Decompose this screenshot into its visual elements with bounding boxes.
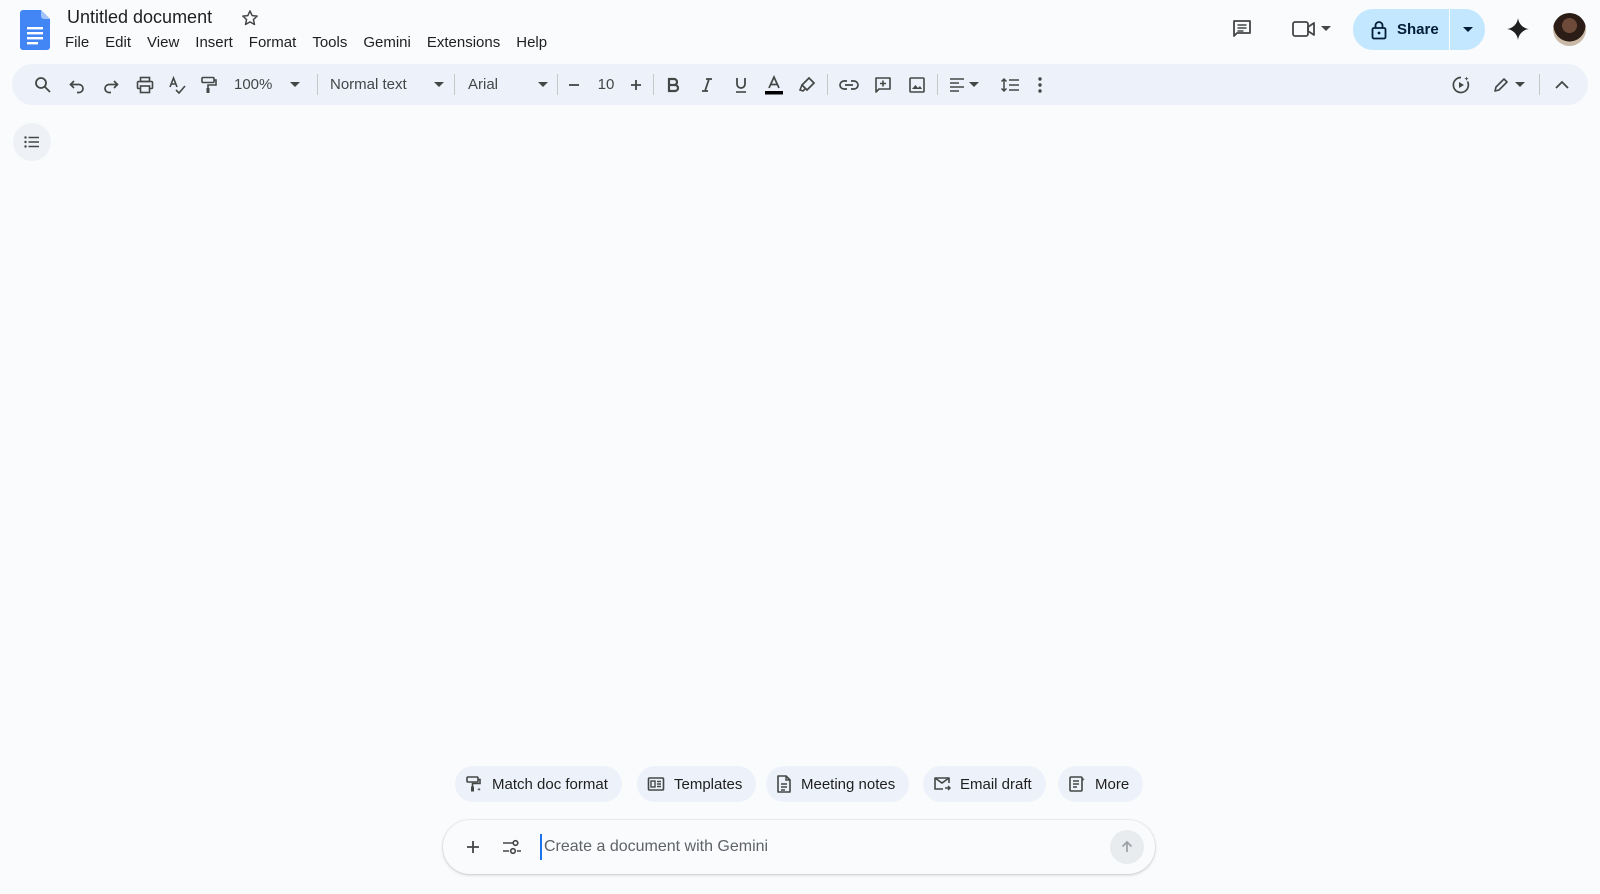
align-left-icon <box>949 77 965 92</box>
line-spacing-icon[interactable] <box>996 64 1024 105</box>
gemini-prompt-box <box>443 820 1155 874</box>
chip-label: Templates <box>674 775 743 793</box>
chip-templates[interactable]: Templates <box>637 766 757 802</box>
chip-match-doc-format[interactable]: Match doc format <box>455 766 622 802</box>
zoom-value: 100% <box>234 76 273 93</box>
paragraph-style-value: Normal text <box>330 76 407 93</box>
tune-options-icon[interactable] <box>498 833 526 861</box>
insert-link-icon[interactable] <box>836 64 862 105</box>
spellcheck-icon[interactable] <box>164 64 190 105</box>
align-select[interactable] <box>944 64 984 105</box>
more-options-icon[interactable] <box>1030 64 1050 105</box>
chip-label: Match doc format <box>492 775 608 793</box>
document-outline-button[interactable] <box>13 123 51 161</box>
menu-format[interactable]: Format <box>241 32 305 54</box>
more-docs-icon <box>1068 775 1086 793</box>
menu-bar: File Edit View Insert Format Tools Gemin… <box>57 32 555 54</box>
collapse-menus-icon[interactable] <box>1549 64 1575 105</box>
chevron-down-icon <box>434 81 444 88</box>
docs-logo-icon[interactable] <box>20 10 50 50</box>
menu-tools[interactable]: Tools <box>304 32 355 54</box>
menu-view[interactable]: View <box>139 32 187 54</box>
menu-gemini[interactable]: Gemini <box>355 32 419 54</box>
menu-file[interactable]: File <box>57 32 97 54</box>
underline-icon[interactable] <box>728 64 754 105</box>
chevron-down-icon <box>290 81 300 88</box>
font-family-value: Arial <box>468 76 499 93</box>
chip-email-draft[interactable]: Email draft <box>923 766 1046 802</box>
star-icon[interactable] <box>239 7 261 29</box>
italic-icon[interactable] <box>694 64 720 105</box>
menu-extensions[interactable]: Extensions <box>419 32 508 54</box>
gemini-suggestion-chips: Match doc format Templates Meeting notes… <box>0 766 1600 802</box>
match-format-icon <box>465 775 483 793</box>
undo-icon[interactable] <box>64 64 90 105</box>
arrow-up-icon <box>1120 840 1134 854</box>
email-draft-icon <box>933 775 951 793</box>
send-button[interactable] <box>1110 830 1144 864</box>
font-family-select[interactable]: Arial <box>458 64 556 105</box>
increase-font-size-icon[interactable] <box>624 64 648 105</box>
toolbar-divider <box>653 74 654 95</box>
decrease-font-size-icon[interactable] <box>562 64 586 105</box>
toolbar-divider <box>557 74 558 95</box>
print-icon[interactable] <box>132 64 158 105</box>
gemini-sparkle-icon[interactable] <box>1503 14 1533 44</box>
formatting-toolbar: 100% Normal text Arial 10 <box>12 64 1588 105</box>
meet-button[interactable] <box>1285 14 1337 44</box>
menu-help[interactable]: Help <box>508 32 555 54</box>
font-size-value: 10 <box>597 76 615 93</box>
toolbar-divider <box>937 74 938 95</box>
share-label: Share <box>1397 21 1439 38</box>
gemini-refine-icon[interactable] <box>1447 64 1475 105</box>
gemini-prompt-input[interactable] <box>540 834 1100 860</box>
top-bar: Untitled document File Edit View Insert … <box>0 0 1600 62</box>
highlight-color-icon[interactable] <box>794 64 820 105</box>
chip-label: Meeting notes <box>801 775 896 793</box>
menu-insert[interactable]: Insert <box>187 32 241 54</box>
toolbar-divider <box>317 74 318 95</box>
redo-icon[interactable] <box>98 64 124 105</box>
comments-icon[interactable] <box>1227 14 1257 44</box>
chevron-down-icon <box>1515 81 1525 88</box>
add-icon[interactable] <box>459 833 487 861</box>
font-size-input[interactable]: 10 <box>590 64 622 105</box>
chevron-down-icon <box>1321 26 1331 32</box>
lock-icon <box>1371 20 1387 40</box>
share-options-button[interactable] <box>1450 9 1485 50</box>
chip-meeting-notes[interactable]: Meeting notes <box>766 766 910 802</box>
zoom-select[interactable]: 100% <box>230 64 304 105</box>
share-button[interactable]: Share <box>1353 9 1449 50</box>
toolbar-divider <box>454 74 455 95</box>
document-title[interactable]: Untitled document <box>65 6 214 28</box>
menu-edit[interactable]: Edit <box>97 32 139 54</box>
paragraph-style-select[interactable]: Normal text <box>322 64 452 105</box>
avatar[interactable] <box>1553 13 1586 46</box>
search-menus-icon[interactable] <box>30 64 56 105</box>
chevron-down-icon <box>538 81 548 88</box>
insert-image-icon[interactable] <box>904 64 930 105</box>
add-comment-icon[interactable] <box>870 64 896 105</box>
chip-more[interactable]: More <box>1058 766 1144 802</box>
pencil-icon <box>1493 77 1509 93</box>
outline-list-icon <box>24 136 40 148</box>
paint-format-icon[interactable] <box>196 64 222 105</box>
chevron-down-icon <box>1462 26 1473 33</box>
chip-label: More <box>1095 775 1130 793</box>
bold-icon[interactable] <box>660 64 686 105</box>
templates-icon <box>647 775 665 793</box>
document-icon <box>776 775 792 793</box>
toolbar-divider <box>1539 74 1540 95</box>
chip-label: Email draft <box>960 775 1032 793</box>
toolbar-divider <box>827 74 828 95</box>
text-color-icon[interactable] <box>761 64 787 105</box>
editing-mode-select[interactable] <box>1486 64 1532 105</box>
video-camera-icon <box>1291 18 1317 40</box>
chevron-down-icon <box>969 81 979 88</box>
